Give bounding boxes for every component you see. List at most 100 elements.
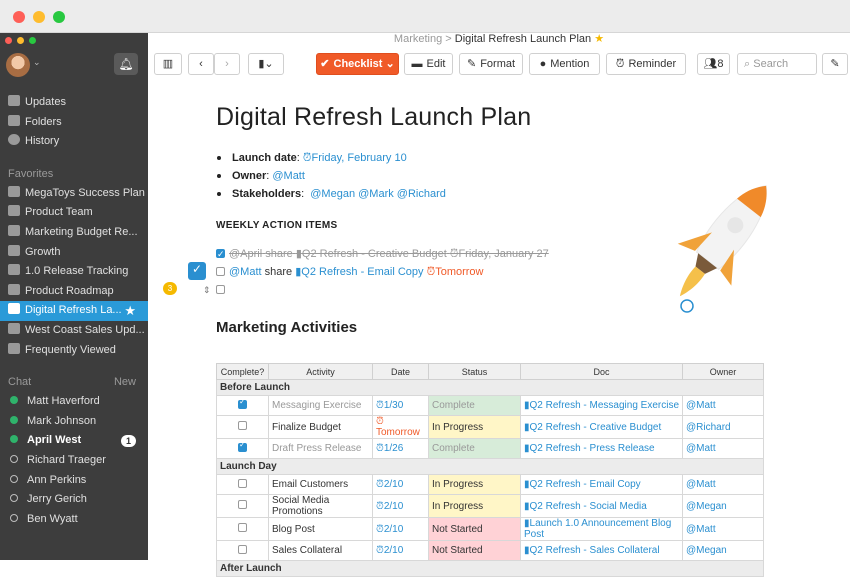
doc-cell[interactable]: ▮Q2 Refresh - Press Release — [520, 438, 683, 459]
stakeholders-mentions[interactable]: @Megan @Mark @Richard — [310, 188, 446, 200]
close-window-button[interactable] — [13, 11, 25, 23]
status-cell[interactable]: In Progress — [428, 415, 521, 439]
compose-button[interactable]: ✎ — [822, 53, 848, 75]
search-input[interactable]: ⌕ Search — [737, 53, 817, 75]
chat-item[interactable]: Matt Haverford — [0, 392, 148, 412]
sidebar-item-history[interactable]: History — [0, 132, 148, 152]
chat-item[interactable]: April West 1 — [0, 431, 148, 451]
activity-cell[interactable]: Draft Press Release — [268, 438, 373, 459]
favorite-item-active[interactable]: Digital Refresh La... ★ — [0, 301, 148, 321]
complete-checkbox[interactable] — [238, 523, 247, 532]
action-checkbox[interactable] — [216, 267, 225, 276]
chat-item[interactable]: Ann Perkins — [0, 471, 148, 491]
doc-cell[interactable]: ▮Q2 Refresh - Sales Collateral — [520, 540, 683, 561]
activity-cell[interactable]: Messaging Exercise — [268, 395, 373, 416]
favorite-label: Digital Refresh La... — [25, 304, 122, 317]
owner-cell[interactable]: @Megan — [682, 494, 764, 518]
star-icon[interactable]: ★ — [124, 301, 136, 321]
drag-handle-icon[interactable]: ⇕ — [203, 281, 211, 299]
chevron-down-icon[interactable]: ⌄ — [33, 57, 41, 68]
date-cell[interactable]: ⏰︎1/26 — [372, 438, 429, 459]
favorite-item[interactable]: Frequently Viewed — [0, 341, 148, 361]
favorite-item[interactable]: Marketing Budget Re... — [0, 223, 148, 243]
complete-checkbox[interactable] — [238, 544, 247, 554]
date-cell[interactable]: ⏰︎2/10 — [372, 474, 429, 495]
activity-cell[interactable]: Email Customers — [268, 474, 373, 495]
zoom-window-button[interactable] — [53, 11, 65, 23]
forward-button[interactable]: › — [214, 53, 240, 75]
doc-cell[interactable]: ▮Q2 Refresh - Email Copy — [520, 474, 683, 495]
complete-checkbox[interactable] — [238, 421, 247, 430]
status-cell[interactable]: In Progress — [428, 474, 521, 495]
favorite-item[interactable]: Product Team — [0, 203, 148, 223]
action-date[interactable]: Tomorrow — [435, 266, 483, 278]
sidebar-item-folders[interactable]: Folders — [0, 113, 148, 133]
owner-cell[interactable]: @Matt — [682, 474, 764, 495]
chat-item[interactable]: Richard Traeger — [0, 451, 148, 471]
action-doc-link[interactable]: Q2 Refresh - Creative Budget — [302, 248, 447, 260]
format-button[interactable]: ✎ Format — [459, 53, 523, 75]
favorite-item[interactable]: 1.0 Release Tracking — [0, 262, 148, 282]
complete-checkbox[interactable] — [238, 478, 247, 488]
activity-cell[interactable]: Social Media Promotions — [268, 494, 373, 518]
chat-item[interactable]: Ben Wyatt — [0, 510, 148, 530]
status-cell[interactable]: In Progress — [428, 494, 521, 518]
owner-cell[interactable]: @Matt — [682, 438, 764, 459]
owner-cell[interactable]: @Matt — [682, 395, 764, 416]
action-checkbox[interactable] — [216, 245, 225, 263]
action-date[interactable]: Friday, January 27 — [458, 248, 548, 260]
owner-cell[interactable]: @Megan — [682, 540, 764, 561]
complete-checkbox[interactable] — [238, 500, 247, 509]
doc-cell[interactable]: ▮Q2 Refresh - Social Media — [520, 494, 683, 518]
favorite-item[interactable]: Product Roadmap — [0, 282, 148, 302]
favorite-item[interactable]: West Coast Sales Upd... — [0, 321, 148, 341]
date-cell[interactable]: ⏰︎2/10 — [372, 494, 429, 518]
new-chat-button[interactable]: New — [114, 372, 136, 392]
edit-button[interactable]: ▬ Edit — [404, 53, 453, 75]
back-button[interactable]: ‹ — [188, 53, 214, 75]
sidebar-item-updates[interactable]: Updates — [0, 93, 148, 113]
favorite-item[interactable]: Growth — [0, 243, 148, 263]
chat-item[interactable]: Mark Johnson — [0, 412, 148, 432]
action-doc-link[interactable]: Q2 Refresh - Email Copy — [301, 266, 423, 278]
status-cell[interactable]: Not Started — [428, 540, 521, 561]
complete-checkbox[interactable] — [238, 440, 247, 452]
reminder-button[interactable]: ⏰︎ Reminder — [606, 53, 686, 75]
launch-date-value[interactable]: Friday, February 10 — [312, 152, 407, 164]
bell-icon[interactable]: 🔔︎ — [114, 53, 138, 75]
doc-cell[interactable]: ▮Q2 Refresh - Creative Budget — [520, 415, 683, 439]
checklist-button[interactable]: ✔ Checklist ⌄ — [316, 53, 399, 75]
checklist-toggle-button[interactable] — [188, 262, 206, 280]
chat-item[interactable]: Jerry Gerich — [0, 490, 148, 510]
edit-label: Edit — [426, 58, 446, 70]
action-mention[interactable]: @Matt — [229, 266, 262, 278]
avatar[interactable] — [6, 53, 30, 77]
minimize-window-button[interactable] — [33, 11, 45, 23]
date-cell[interactable]: ⏰︎2/10 — [372, 540, 429, 561]
action-mention[interactable]: @April — [229, 248, 262, 260]
activity-cell[interactable]: Finalize Budget — [268, 415, 373, 439]
status-cell[interactable]: Complete — [428, 438, 521, 459]
document-menu-button[interactable]: ▮⌄ — [248, 53, 284, 75]
sidebar-toggle-button[interactable]: ▥ — [154, 53, 182, 75]
owner-mention[interactable]: @Matt — [272, 170, 305, 182]
mention-button[interactable]: ● Mention — [529, 53, 600, 75]
complete-checkbox[interactable] — [238, 397, 247, 409]
owner-cell[interactable]: @Richard — [682, 415, 764, 439]
favorite-item[interactable]: MegaToys Success Plan — [0, 184, 148, 204]
doc-cell[interactable]: ▮Q2 Refresh - Messaging Exercise — [520, 395, 683, 416]
star-icon[interactable]: ★ — [594, 33, 604, 45]
comment-badge[interactable]: 3 — [163, 282, 177, 295]
breadcrumb-parent[interactable]: Marketing — [394, 33, 442, 45]
doc-cell[interactable]: ▮Launch 1.0 Announcement Blog Post — [520, 517, 683, 541]
owner-cell[interactable]: @Matt — [682, 517, 764, 541]
date-cell[interactable]: ⏰︎1/30 — [372, 395, 429, 416]
status-cell[interactable]: Complete — [428, 395, 521, 416]
date-cell[interactable]: ⏰︎Tomorrow — [372, 415, 429, 439]
action-checkbox[interactable] — [216, 285, 225, 294]
status-cell[interactable]: Not Started — [428, 517, 521, 541]
date-cell[interactable]: ⏰︎2/10 — [372, 517, 429, 541]
activity-cell[interactable]: Blog Post — [268, 517, 373, 541]
activity-cell[interactable]: Sales Collateral — [268, 540, 373, 561]
share-button[interactable]: 👥︎8 — [697, 53, 730, 75]
